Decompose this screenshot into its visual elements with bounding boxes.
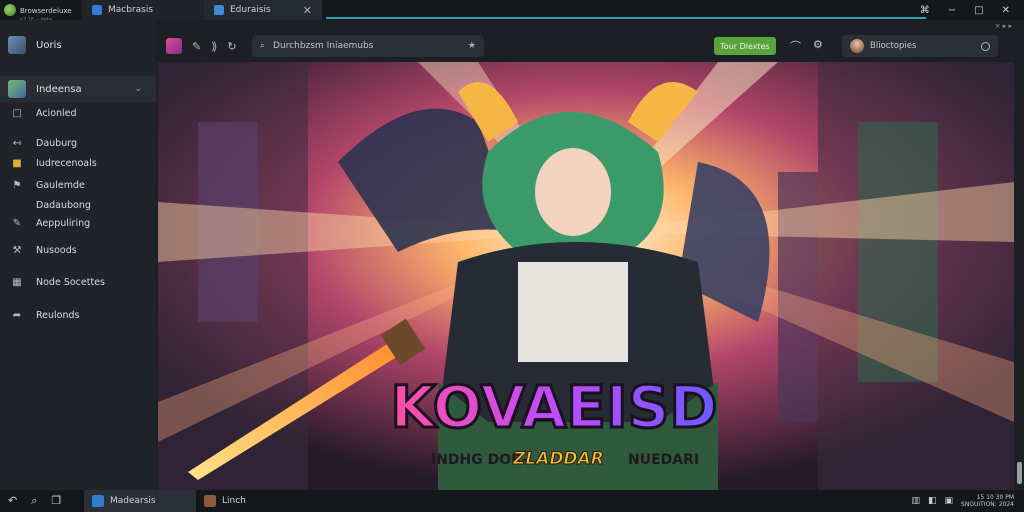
clock-date: SNGUITION: 2024 [961,501,1014,508]
toolbar-icons: ⌒ ⚙ [790,38,823,54]
sidebar-item-label: Iudrecenoals [36,158,97,169]
pin-icon[interactable]: ✎ [192,40,201,53]
back-icon[interactable]: ↶ [8,494,17,508]
hero-subtitle-highlight: ZLADDAR [512,449,604,469]
sidebar-item-label: Nusoods [36,245,77,256]
sidebar-item-label: Dadaubong [36,200,91,211]
maximize-button[interactable]: □ [974,5,983,16]
battery-icon[interactable]: ▣ [945,496,954,506]
sidebar-header-label: Uoris [36,39,62,51]
network-icon[interactable]: ▥ [912,496,921,506]
bookmark-star-icon[interactable]: ★ [468,41,476,51]
system-tray: ▥ ◧ ▣ 15 10 30 PM SNGUITION: 2024 [912,494,1015,508]
hero-title: KOVAEISD [390,373,717,441]
sidebar-item-label: Acionled [36,108,77,119]
taskbar-app-label: Linch [222,496,246,506]
app-icon [92,495,104,507]
sidebar: Uoris Indeensa ⌄ □ Acionled ↤ Dauburg ■ … [0,20,156,490]
taskbar-icons: ↶ ⌕ ❐ [0,494,84,508]
sidebar-item-dauburg[interactable]: ↤ Dauburg [0,138,77,149]
search-icon: ⌕ [260,41,266,51]
folder-icon: ■ [12,158,22,169]
loading-bar [326,17,926,19]
sign-in-button[interactable]: Tour Dlextes [714,37,776,55]
minimize-button[interactable]: − [948,5,956,16]
taskbar-app-madearsis[interactable]: Madearsis [84,490,196,512]
sidebar-item-dadaubong[interactable]: Dadaubong [0,200,91,211]
avatar [850,39,864,53]
grid-icon: ▦ [12,277,22,288]
puzzle-icon[interactable]: ⚙ [813,38,823,54]
sidebar-item-label: Aeppuliring [36,218,91,229]
app-brand: Browserdeluxe v3.16 -- beta [0,0,82,23]
sidebar-header: Uoris [0,20,156,72]
forward-icon[interactable]: ⟫ [211,40,217,53]
workspace-icon [8,80,26,98]
task-view-icon[interactable]: ❐ [51,494,61,508]
sidebar-item-label: Reulonds [36,310,80,321]
tab-close-icon[interactable]: ✕ [303,4,312,17]
status-ring-icon [981,41,990,51]
sidebar-item-node-socettes[interactable]: ▦ Node Socettes [0,277,105,288]
tools-icon: ⚒ [12,245,22,256]
arrow-icon: ↤ [12,138,22,149]
tab-macbrasis[interactable]: Macbrasis [82,0,204,20]
tab-label: Macbrasis [108,5,154,15]
tab-eduraisis[interactable]: Eduraisis ✕ [204,0,322,20]
status-indicators: ⨯ ▸ ▸ [994,22,1012,30]
clock-time: 15 10 30 PM [976,494,1014,501]
taskbar-app-label: Madearsis [110,496,156,506]
sidebar-selector[interactable]: Indeensa ⌄ [0,76,156,102]
selector-label: Indeensa [36,83,82,95]
flag-icon: ⚑ [12,180,22,191]
sidebar-item-gaulemde[interactable]: ⚑ Gaulemde [0,180,85,191]
taskbar: ↶ ⌕ ❐ Madearsis Linch ▥ ◧ ▣ 15 10 30 PM … [0,490,1024,512]
hero-artwork: KOVAEISD INDHG DOR- ZLADDAR NUEDARI [158,62,1014,490]
sidebar-item-acionled[interactable]: □ Acionled [0,108,77,119]
sidebar-item-iudrecenoals[interactable]: ■ Iudrecenoals [0,158,97,169]
browser-toolbar: ✎ ⟫ ↻ ⌕ Durchbzsm Iniaemubs ★ Tour Dlext… [156,32,1024,60]
cube-icon [8,36,26,54]
pencil-icon: ✎ [12,218,22,229]
clock[interactable]: 15 10 30 PM SNGUITION: 2024 [961,494,1014,508]
app-icon [204,495,216,507]
share-icon: ➦ [12,310,22,321]
profile-name: Blioctopies [870,41,917,51]
eye-icon[interactable]: ⌒ [790,38,801,54]
sidebar-item-nusoods[interactable]: ⚒ Nusoods [0,245,77,256]
close-button[interactable]: ✕ [1002,5,1010,16]
address-bar[interactable]: ⌕ Durchbzsm Iniaemubs ★ [252,35,484,57]
taskbar-app-linch[interactable]: Linch [196,490,254,512]
reload-icon[interactable]: ↻ [227,40,236,53]
panel-icon: □ [12,108,22,119]
sidebar-item-label: Dauburg [36,138,77,149]
search-icon[interactable]: ⌕ [31,494,37,508]
extension-icon[interactable] [166,38,182,54]
window-icon [92,5,102,15]
tab-label: Eduraisis [230,5,271,15]
hero-illustration: KOVAEISD INDHG DOR- ZLADDAR NUEDARI [158,62,1014,490]
sidebar-item-label: Gaulemde [36,180,85,191]
sidebar-item-aeppuliring[interactable]: ✎ Aeppuliring [0,218,90,229]
app-logo-icon [4,4,16,16]
app-name: Browserdeluxe [20,6,72,15]
sidebar-item-label: Node Socettes [36,277,105,288]
volume-icon[interactable]: ◧ [928,496,937,506]
hero-subtitle-right: NUEDARI [628,452,699,468]
scrollbar-thumb[interactable] [1017,462,1022,484]
window-icon [214,5,224,15]
sidebar-header-row[interactable]: Uoris [0,34,156,56]
profile-chip[interactable]: Blioctopies [842,35,998,57]
address-text: Durchbzsm Iniaemubs [273,41,374,51]
chevron-down-icon: ⌄ [134,84,142,94]
sidebar-item-reulonds[interactable]: ➦ Reulonds [0,310,80,321]
extension-icon[interactable]: ⌘ [920,5,930,16]
vertical-scrollbar[interactable] [1014,62,1024,490]
nav-controls: ✎ ⟫ ↻ [156,38,237,54]
window-controls: ⌘ − □ ✕ [920,0,1024,20]
